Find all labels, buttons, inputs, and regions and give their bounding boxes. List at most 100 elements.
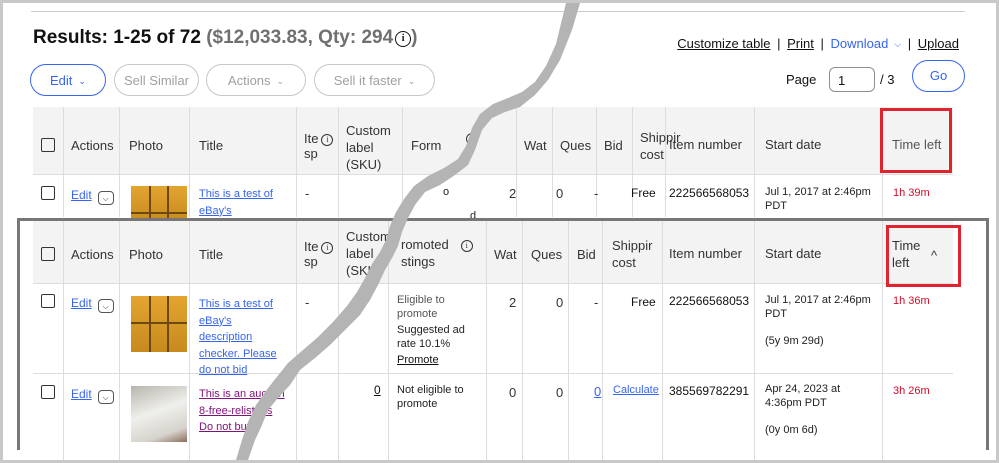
questions-value: 0 bbox=[556, 385, 564, 400]
suggested-ad-rate: Suggested ad rate 10.1% bbox=[397, 324, 465, 350]
top-divider bbox=[31, 11, 965, 12]
listing-title[interactable]: This is a test of eBay's description checke… bbox=[199, 295, 277, 378]
item-number-value: 385569782291 bbox=[669, 384, 750, 398]
header-shipping-cost[interactable]: Shippir cost bbox=[612, 237, 652, 271]
customize-table-link[interactable]: Customize table bbox=[677, 36, 770, 51]
chevron-down-icon[interactable]: ⌵ bbox=[97, 299, 114, 313]
info-icon[interactable]: i bbox=[463, 130, 478, 145]
header-start-date[interactable]: Start date bbox=[765, 137, 821, 152]
shipping-value: Free bbox=[631, 186, 656, 200]
edit-button[interactable]: Edit ⌄ bbox=[30, 64, 106, 96]
highlight-box bbox=[880, 108, 952, 173]
actions-button[interactable]: Actions ⌄ bbox=[206, 64, 306, 96]
bids-value: - bbox=[594, 186, 599, 201]
info-icon[interactable]: i bbox=[321, 242, 334, 254]
highlight-box bbox=[886, 225, 961, 287]
header-photo: Photo bbox=[129, 247, 163, 262]
header-photo: Photo bbox=[129, 138, 163, 153]
header-item-number[interactable]: Item number bbox=[669, 246, 742, 261]
results-totals: ($12,033.83, Qty: 294 bbox=[206, 27, 394, 48]
edit-link[interactable]: Edit bbox=[71, 188, 92, 202]
sell-similar-button[interactable]: Sell Similar bbox=[114, 64, 199, 96]
sell-it-faster-button[interactable]: Sell it faster ⌄ bbox=[314, 64, 435, 96]
start-date-value: Jul 1, 2017 at 2:46pm PDT bbox=[765, 186, 871, 212]
header-watchers[interactable]: Wat bbox=[494, 247, 517, 262]
chevron-down-icon: ⌄ bbox=[407, 76, 416, 86]
header-bids[interactable]: Bid bbox=[577, 247, 596, 262]
item-specifics-value: - bbox=[305, 186, 310, 201]
item-number-value: 222566568053 bbox=[669, 294, 750, 308]
chevron-down-icon: ⌄ bbox=[78, 76, 86, 86]
watchers-value: 2 bbox=[509, 295, 517, 310]
questions-value: 0 bbox=[556, 295, 564, 310]
custom-label-value[interactable]: 0 bbox=[374, 383, 381, 397]
listings-table-top: Actions Photo Title Ite i sp Custom label (S… bbox=[33, 107, 953, 233]
listing-photo[interactable] bbox=[131, 296, 187, 352]
info-icon[interactable]: i bbox=[460, 240, 473, 252]
listing-title[interactable]: This is an auction 8-free-relist tes Do no… bbox=[199, 385, 285, 435]
header-watchers[interactable]: Wat bbox=[524, 138, 547, 153]
bids-link[interactable]: 0 bbox=[594, 384, 601, 399]
chevron-down-icon: ⌄ bbox=[276, 76, 285, 86]
table-links: Customize table | Print | Download ⌵ | Up… bbox=[677, 36, 959, 51]
promote-link[interactable]: Promote bbox=[397, 354, 439, 366]
edit-link[interactable]: Edit bbox=[71, 296, 92, 310]
time-left-value: 3h 26m bbox=[893, 385, 930, 397]
format-value: o bbox=[443, 186, 450, 198]
start-date-value: Jul 1, 2017 at 2:46pm PDT (5y 9m 29d) bbox=[765, 294, 871, 347]
header-title[interactable]: Title bbox=[199, 247, 223, 262]
page-number-input[interactable]: 1 bbox=[829, 67, 875, 92]
print-link[interactable]: Print bbox=[787, 36, 814, 51]
results-summary: Results: 1-25 of 72 ($12,033.83, Qty: 29… bbox=[33, 27, 418, 48]
header-promoted-listings[interactable]: romoted i stings bbox=[401, 236, 473, 270]
info-icon[interactable]: i bbox=[321, 134, 334, 146]
promoted-status: Eligible to promote bbox=[397, 294, 445, 320]
row-checkbox[interactable] bbox=[41, 186, 55, 200]
listing-photo[interactable] bbox=[131, 386, 187, 442]
bids-value: - bbox=[594, 295, 599, 310]
header-title[interactable]: Title bbox=[199, 138, 223, 153]
promoted-status: Not eligible to promote bbox=[397, 384, 464, 410]
header-questions[interactable]: Ques bbox=[560, 138, 591, 153]
header-bids[interactable]: Bid bbox=[604, 138, 623, 153]
row-checkbox[interactable] bbox=[41, 385, 55, 399]
chevron-down-icon[interactable]: ⌵ bbox=[97, 390, 114, 404]
row-actions: Edit ⌵ bbox=[71, 386, 114, 404]
listings-table-bottom: Actions Photo Title Ite i sp Custom label (S… bbox=[33, 221, 953, 460]
questions-value: 0 bbox=[556, 186, 564, 201]
chevron-down-icon[interactable]: ⌵ bbox=[97, 191, 114, 205]
go-button[interactable]: Go bbox=[912, 60, 965, 92]
header-custom-label[interactable]: Custom label (SKU) bbox=[346, 122, 391, 173]
time-left-value: 1h 39m bbox=[893, 187, 930, 199]
results-count: Results: 1-25 of 72 bbox=[33, 27, 201, 48]
header-start-date[interactable]: Start date bbox=[765, 246, 821, 261]
header-custom-label[interactable]: Custom label (SKU) bbox=[346, 228, 391, 279]
item-specifics-value: - bbox=[305, 295, 310, 310]
info-icon[interactable]: i bbox=[395, 31, 412, 47]
select-all-checkbox[interactable] bbox=[41, 247, 55, 261]
header-item-number[interactable]: Item number bbox=[669, 137, 742, 152]
listing-photo[interactable] bbox=[131, 186, 187, 222]
edit-link[interactable]: Edit bbox=[71, 387, 92, 401]
header-actions: Actions bbox=[71, 247, 114, 262]
row-actions: Edit ⌵ bbox=[71, 295, 114, 313]
header-questions[interactable]: Ques bbox=[531, 247, 562, 262]
header-actions: Actions bbox=[71, 138, 114, 153]
item-number-value: 222566568053 bbox=[669, 186, 750, 200]
time-left-value: 1h 36m bbox=[893, 295, 930, 307]
screenshot-frame: Results: 1-25 of 72 ($12,033.83, Qty: 29… bbox=[3, 3, 996, 460]
upload-link[interactable]: Upload bbox=[918, 36, 959, 51]
calculate-shipping-link[interactable]: Calculate bbox=[613, 384, 659, 396]
chevron-down-icon: ⌵ bbox=[894, 39, 902, 49]
header-item-specifics: Ite i sp bbox=[304, 131, 334, 161]
start-date-value: Apr 24, 2023 at 4:36pm PDT (0y 0m 6d) bbox=[765, 383, 841, 436]
download-dropdown[interactable]: Download ⌵ bbox=[831, 36, 902, 51]
watchers-value: 0 bbox=[509, 385, 517, 400]
row-checkbox[interactable] bbox=[41, 294, 55, 308]
shipping-value: Free bbox=[631, 295, 656, 309]
page-total: / 3 bbox=[880, 72, 895, 87]
page-label: Page bbox=[786, 72, 817, 87]
select-all-checkbox[interactable] bbox=[41, 138, 55, 152]
header-format[interactable]: Form bbox=[411, 138, 441, 153]
watchers-value: 2 bbox=[509, 186, 517, 201]
